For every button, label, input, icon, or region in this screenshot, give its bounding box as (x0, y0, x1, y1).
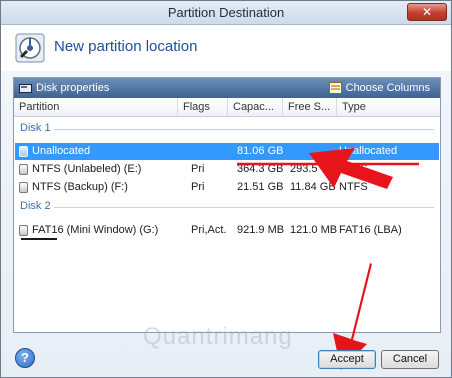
group-divider (54, 129, 434, 130)
cell-free-space: 293.5 GB (290, 163, 337, 175)
table-row[interactable]: NTFS (Backup) (F:) Pri 21.51 GB 11.84 GB… (15, 179, 439, 196)
cell-type: NTFS (339, 163, 368, 175)
table-row[interactable]: FAT16 (Mini Window) (G:) Pri,Act. 921.9 … (15, 222, 439, 239)
disk-properties-label: Disk properties (36, 82, 110, 94)
dialog-window: Partition Destination ✕ New partition lo… (0, 0, 452, 378)
disk-icon (19, 225, 28, 236)
watermark-text: Quantrimang (143, 323, 293, 350)
table-row[interactable]: NTFS (Unlabeled) (E:) Pri 364.3 GB 293.5… (15, 161, 439, 178)
cell-partition: Unallocated (32, 145, 91, 157)
disk-icon (19, 182, 28, 193)
column-header: Partition Flags Capac... Free S... Type (14, 98, 440, 117)
column-capacity[interactable]: Capac... (228, 98, 283, 117)
accept-button[interactable]: Accept (318, 350, 376, 369)
choose-columns-label: Choose Columns (345, 82, 430, 94)
choose-columns-icon (328, 82, 342, 94)
column-type[interactable]: Type (337, 98, 440, 117)
cell-capacity: 81.06 GB (237, 145, 284, 157)
cell-free-space (290, 143, 338, 160)
cell-partition: NTFS (Backup) (F:) (32, 181, 128, 193)
cell-partition: NTFS (Unlabeled) (E:) (32, 163, 142, 175)
choose-columns-button[interactable]: Choose Columns (328, 80, 430, 96)
cell-free-space: 11.84 GB (290, 181, 336, 193)
wizard-header: New partition location (1, 25, 451, 71)
cell-type: FAT16 (LBA) (339, 224, 402, 236)
cell-capacity: 364.3 GB (237, 163, 284, 175)
title-bar: Partition Destination ✕ (1, 1, 451, 25)
close-button[interactable]: ✕ (407, 3, 447, 21)
cell-type: NTFS (339, 181, 368, 193)
column-partition[interactable]: Partition (14, 98, 178, 117)
column-flags[interactable]: Flags (178, 98, 228, 117)
cell-flags: Pri,Act. (191, 224, 227, 236)
cell-capacity: 921.9 MB (237, 224, 285, 236)
group-disk-1-label: Disk 1 (20, 122, 51, 134)
group-disk-2-label: Disk 2 (20, 200, 51, 212)
group-divider (54, 207, 434, 208)
disk-properties-button[interactable]: Disk properties (19, 80, 109, 96)
cell-partition: FAT16 (Mini Window) (G:) (32, 224, 159, 236)
cell-type: Unallocated (339, 145, 398, 157)
partition-panel: Disk properties Choose Columns Partition… (13, 77, 441, 333)
disk-icon (19, 164, 28, 175)
cell-free-space: 121.0 MB (290, 224, 338, 236)
cell-flags (191, 143, 231, 160)
help-button[interactable]: ? (15, 348, 35, 368)
window-title: Partition Destination (167, 5, 285, 20)
panel-toolbar: Disk properties Choose Columns (14, 78, 440, 98)
column-free-space[interactable]: Free S... (283, 98, 337, 117)
table-row[interactable]: Unallocated 81.06 GB Unallocated (15, 143, 439, 160)
disk-icon (19, 146, 28, 157)
disk-properties-icon (19, 84, 32, 93)
cancel-button[interactable]: Cancel (381, 350, 439, 369)
cell-capacity: 21.51 GB (237, 181, 284, 193)
wizard-disk-icon (15, 33, 45, 63)
cell-flags: Pri (191, 181, 205, 193)
cell-flags: Pri (191, 163, 205, 175)
page-title: New partition location (54, 38, 198, 55)
